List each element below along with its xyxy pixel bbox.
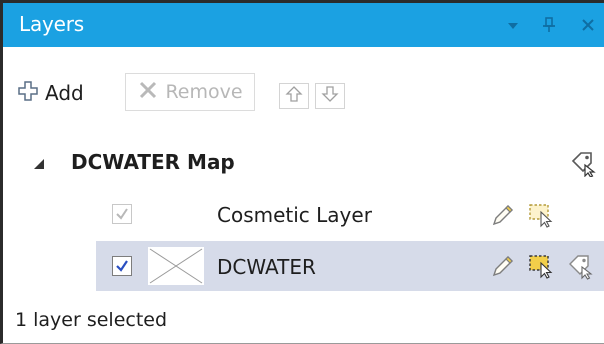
selectable-icon[interactable] [527, 252, 555, 280]
arrow-down-icon [321, 85, 339, 107]
add-plus-icon [17, 80, 39, 106]
edit-pencil-icon[interactable] [489, 252, 517, 280]
map-labels-icon[interactable] [569, 149, 597, 178]
dropdown-icon[interactable] [503, 15, 523, 35]
layers-panel: Layers Add Remove DCWATER Map Cosmetic L… [0, 0, 604, 344]
layer-thumbnail [148, 247, 204, 285]
remove-button[interactable]: Remove [125, 73, 255, 111]
remove-button-label: Remove [165, 81, 243, 103]
arrow-up-icon [285, 85, 303, 107]
add-button[interactable]: Add [17, 79, 84, 107]
selectable-icon[interactable] [527, 201, 555, 229]
remove-x-icon [137, 79, 159, 105]
layer-name-cosmetic: Cosmetic Layer [217, 203, 372, 227]
selection-status: 1 layer selected [15, 309, 168, 331]
layers-toolbar: Add Remove [3, 73, 604, 113]
panel-title: Layers [19, 12, 84, 36]
labels-icon[interactable] [566, 252, 594, 280]
pin-icon[interactable] [539, 15, 559, 35]
layer-row-dcwater[interactable]: DCWATER [96, 241, 604, 291]
move-up-button[interactable] [279, 83, 309, 109]
add-button-label: Add [45, 81, 84, 105]
edit-pencil-icon[interactable] [489, 201, 517, 229]
map-node[interactable]: DCWATER Map [3, 145, 604, 181]
move-down-button[interactable] [315, 83, 345, 109]
dcwater-layer-checkbox[interactable] [112, 256, 132, 276]
layer-name-dcwater: DCWATER [217, 255, 316, 279]
title-bar: Layers [3, 3, 604, 47]
map-name: DCWATER Map [71, 150, 235, 174]
cosmetic-layer-checkbox[interactable] [112, 204, 132, 224]
expand-triangle-icon[interactable] [33, 155, 45, 169]
layer-row-cosmetic[interactable]: Cosmetic Layer [96, 191, 604, 241]
close-icon[interactable] [578, 15, 598, 35]
